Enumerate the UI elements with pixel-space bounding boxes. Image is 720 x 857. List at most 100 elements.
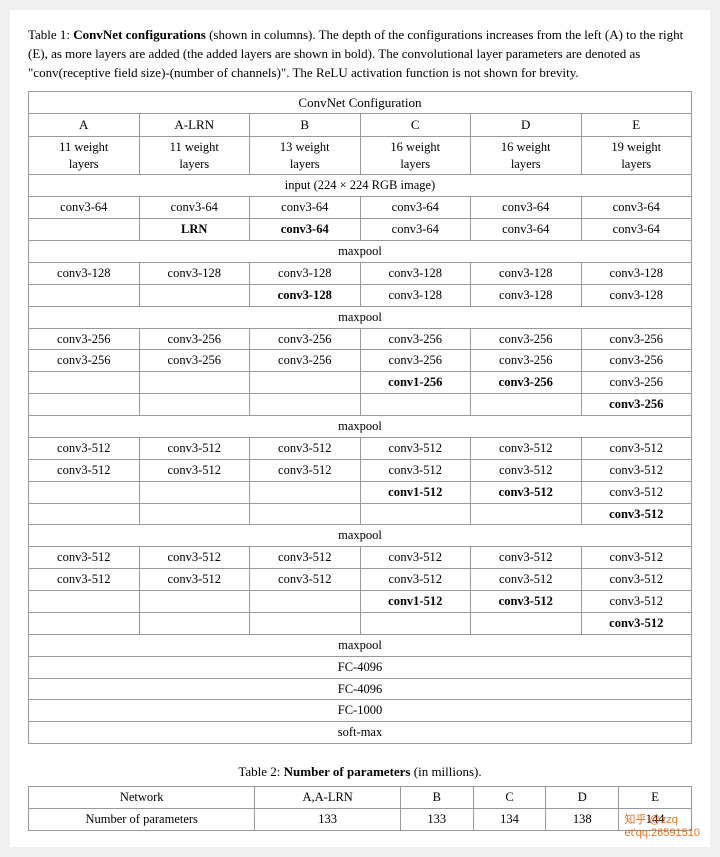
a-conv512a-4 <box>29 503 140 525</box>
c-conv512a-2: conv3-512 <box>360 459 471 481</box>
t2-h-b: B <box>400 787 473 809</box>
maxpool1: maxpool <box>29 241 692 263</box>
col-a-label: A <box>29 114 140 137</box>
d-conv256-1: conv3-256 <box>471 328 582 350</box>
a-conv512a-1: conv3-512 <box>29 437 140 459</box>
b-conv128-2: conv3-128 <box>250 284 361 306</box>
conv256-row3: conv1-256 conv3-256 conv3-256 <box>29 372 692 394</box>
fc4096-row1: FC-4096 <box>29 656 692 678</box>
b-conv64-2: conv3-64 <box>250 219 361 241</box>
a-conv512a-2: conv3-512 <box>29 459 140 481</box>
t2-h-aalrn: A,A-LRN <box>255 787 401 809</box>
wl-c: 16 weightlayers <box>360 136 471 175</box>
d-conv512a-1: conv3-512 <box>471 437 582 459</box>
d-conv256-3: conv3-256 <box>471 372 582 394</box>
col-alrn-label: A-LRN <box>139 114 250 137</box>
weight-layers-row: 11 weightlayers 11 weightlayers 13 weigh… <box>29 136 692 175</box>
e-conv128-1: conv3-128 <box>581 262 692 284</box>
alrn-conv512a-3 <box>139 481 250 503</box>
t2-h-c: C <box>473 787 546 809</box>
conv512b-row3: conv1-512 conv3-512 conv3-512 <box>29 591 692 613</box>
a-conv256-1: conv3-256 <box>29 328 140 350</box>
b-conv512a-3 <box>250 481 361 503</box>
maxpool5: maxpool <box>29 634 692 656</box>
d-conv512a-3: conv3-512 <box>471 481 582 503</box>
alrn-conv512b-4 <box>139 612 250 634</box>
t2-params-label: Number of parameters <box>29 809 255 831</box>
d-conv256-2: conv3-256 <box>471 350 582 372</box>
table2-params-row: Number of parameters 133 133 134 138 144 <box>29 809 692 831</box>
conv512b-row4: conv3-512 <box>29 612 692 634</box>
conv128-row1: conv3-128 conv3-128 conv3-128 conv3-128 … <box>29 262 692 284</box>
conv512a-row2: conv3-512 conv3-512 conv3-512 conv3-512 … <box>29 459 692 481</box>
alrn-conv512a-1: conv3-512 <box>139 437 250 459</box>
wl-a: 11 weightlayers <box>29 136 140 175</box>
c-conv512b-3: conv1-512 <box>360 591 471 613</box>
table1-caption: Table 1: ConvNet configurations (shown i… <box>28 26 692 83</box>
table2-caption: Table 2: Number of parameters (in millio… <box>28 764 692 780</box>
a-conv128-1: conv3-128 <box>29 262 140 284</box>
config-header-cell: ConvNet Configuration <box>29 91 692 114</box>
conv256-row2: conv3-256 conv3-256 conv3-256 conv3-256 … <box>29 350 692 372</box>
b-conv512a-4 <box>250 503 361 525</box>
wl-e: 19 weightlayers <box>581 136 692 175</box>
table2-label: Table 2: <box>238 764 283 779</box>
e-conv512a-4: conv3-512 <box>581 503 692 525</box>
d-conv512b-1: conv3-512 <box>471 547 582 569</box>
softmax-row: soft-max <box>29 722 692 744</box>
e-conv256-1: conv3-256 <box>581 328 692 350</box>
alrn-conv128-1: conv3-128 <box>139 262 250 284</box>
a-conv512b-3 <box>29 591 140 613</box>
conv512a-row4: conv3-512 <box>29 503 692 525</box>
t2-val-d: 138 <box>546 809 619 831</box>
maxpool4: maxpool <box>29 525 692 547</box>
c-conv64-1: conv3-64 <box>360 197 471 219</box>
e-conv64-2: conv3-64 <box>581 219 692 241</box>
c-conv512a-1: conv3-512 <box>360 437 471 459</box>
alrn-conv512a-4 <box>139 503 250 525</box>
e-conv128-2: conv3-128 <box>581 284 692 306</box>
c-conv512b-1: conv3-512 <box>360 547 471 569</box>
alrn-conv256-3 <box>139 372 250 394</box>
fc1000-cell: FC-1000 <box>29 700 692 722</box>
t2-h-e: E <box>619 787 692 809</box>
b-conv512b-4 <box>250 612 361 634</box>
b-conv256-4 <box>250 394 361 416</box>
c-conv256-3: conv1-256 <box>360 372 471 394</box>
fc1000-row: FC-1000 <box>29 700 692 722</box>
table2: Network A,A-LRN B C D E Number of parame… <box>28 786 692 831</box>
table2-title: Number of parameters <box>284 764 411 779</box>
alrn-conv512b-1: conv3-512 <box>139 547 250 569</box>
b-conv512a-1: conv3-512 <box>250 437 361 459</box>
conv64-row1: conv3-64 conv3-64 conv3-64 conv3-64 conv… <box>29 197 692 219</box>
d-conv512a-2: conv3-512 <box>471 459 582 481</box>
input-row: input (224 × 224 RGB image) <box>29 175 692 197</box>
b-conv512b-2: conv3-512 <box>250 569 361 591</box>
e-conv512a-1: conv3-512 <box>581 437 692 459</box>
b-conv256-2: conv3-256 <box>250 350 361 372</box>
fc4096-1-cell: FC-4096 <box>29 656 692 678</box>
maxpool2: maxpool <box>29 306 692 328</box>
conv512b-row1: conv3-512 conv3-512 conv3-512 conv3-512 … <box>29 547 692 569</box>
e-conv512b-4: conv3-512 <box>581 612 692 634</box>
t2-h-network: Network <box>29 787 255 809</box>
table2-caption-text: (in millions). <box>411 764 482 779</box>
t2-h-d: D <box>546 787 619 809</box>
e-conv512a-3: conv3-512 <box>581 481 692 503</box>
table2-section: Table 2: Number of parameters (in millio… <box>28 764 692 831</box>
page: Table 1: ConvNet configurations (shown i… <box>10 10 710 847</box>
alrn-conv512b-3 <box>139 591 250 613</box>
conv256-row4: conv3-256 <box>29 394 692 416</box>
alrn-conv64-2: LRN <box>139 219 250 241</box>
table1-label: Table 1: <box>28 27 73 42</box>
b-conv64-1: conv3-64 <box>250 197 361 219</box>
alrn-conv256-1: conv3-256 <box>139 328 250 350</box>
alrn-conv256-2: conv3-256 <box>139 350 250 372</box>
conv512a-row3: conv1-512 conv3-512 conv3-512 <box>29 481 692 503</box>
c-conv512b-2: conv3-512 <box>360 569 471 591</box>
a-conv512b-1: conv3-512 <box>29 547 140 569</box>
b-conv512b-3 <box>250 591 361 613</box>
e-conv256-2: conv3-256 <box>581 350 692 372</box>
col-labels-row: A A-LRN B C D E <box>29 114 692 137</box>
d-conv128-2: conv3-128 <box>471 284 582 306</box>
